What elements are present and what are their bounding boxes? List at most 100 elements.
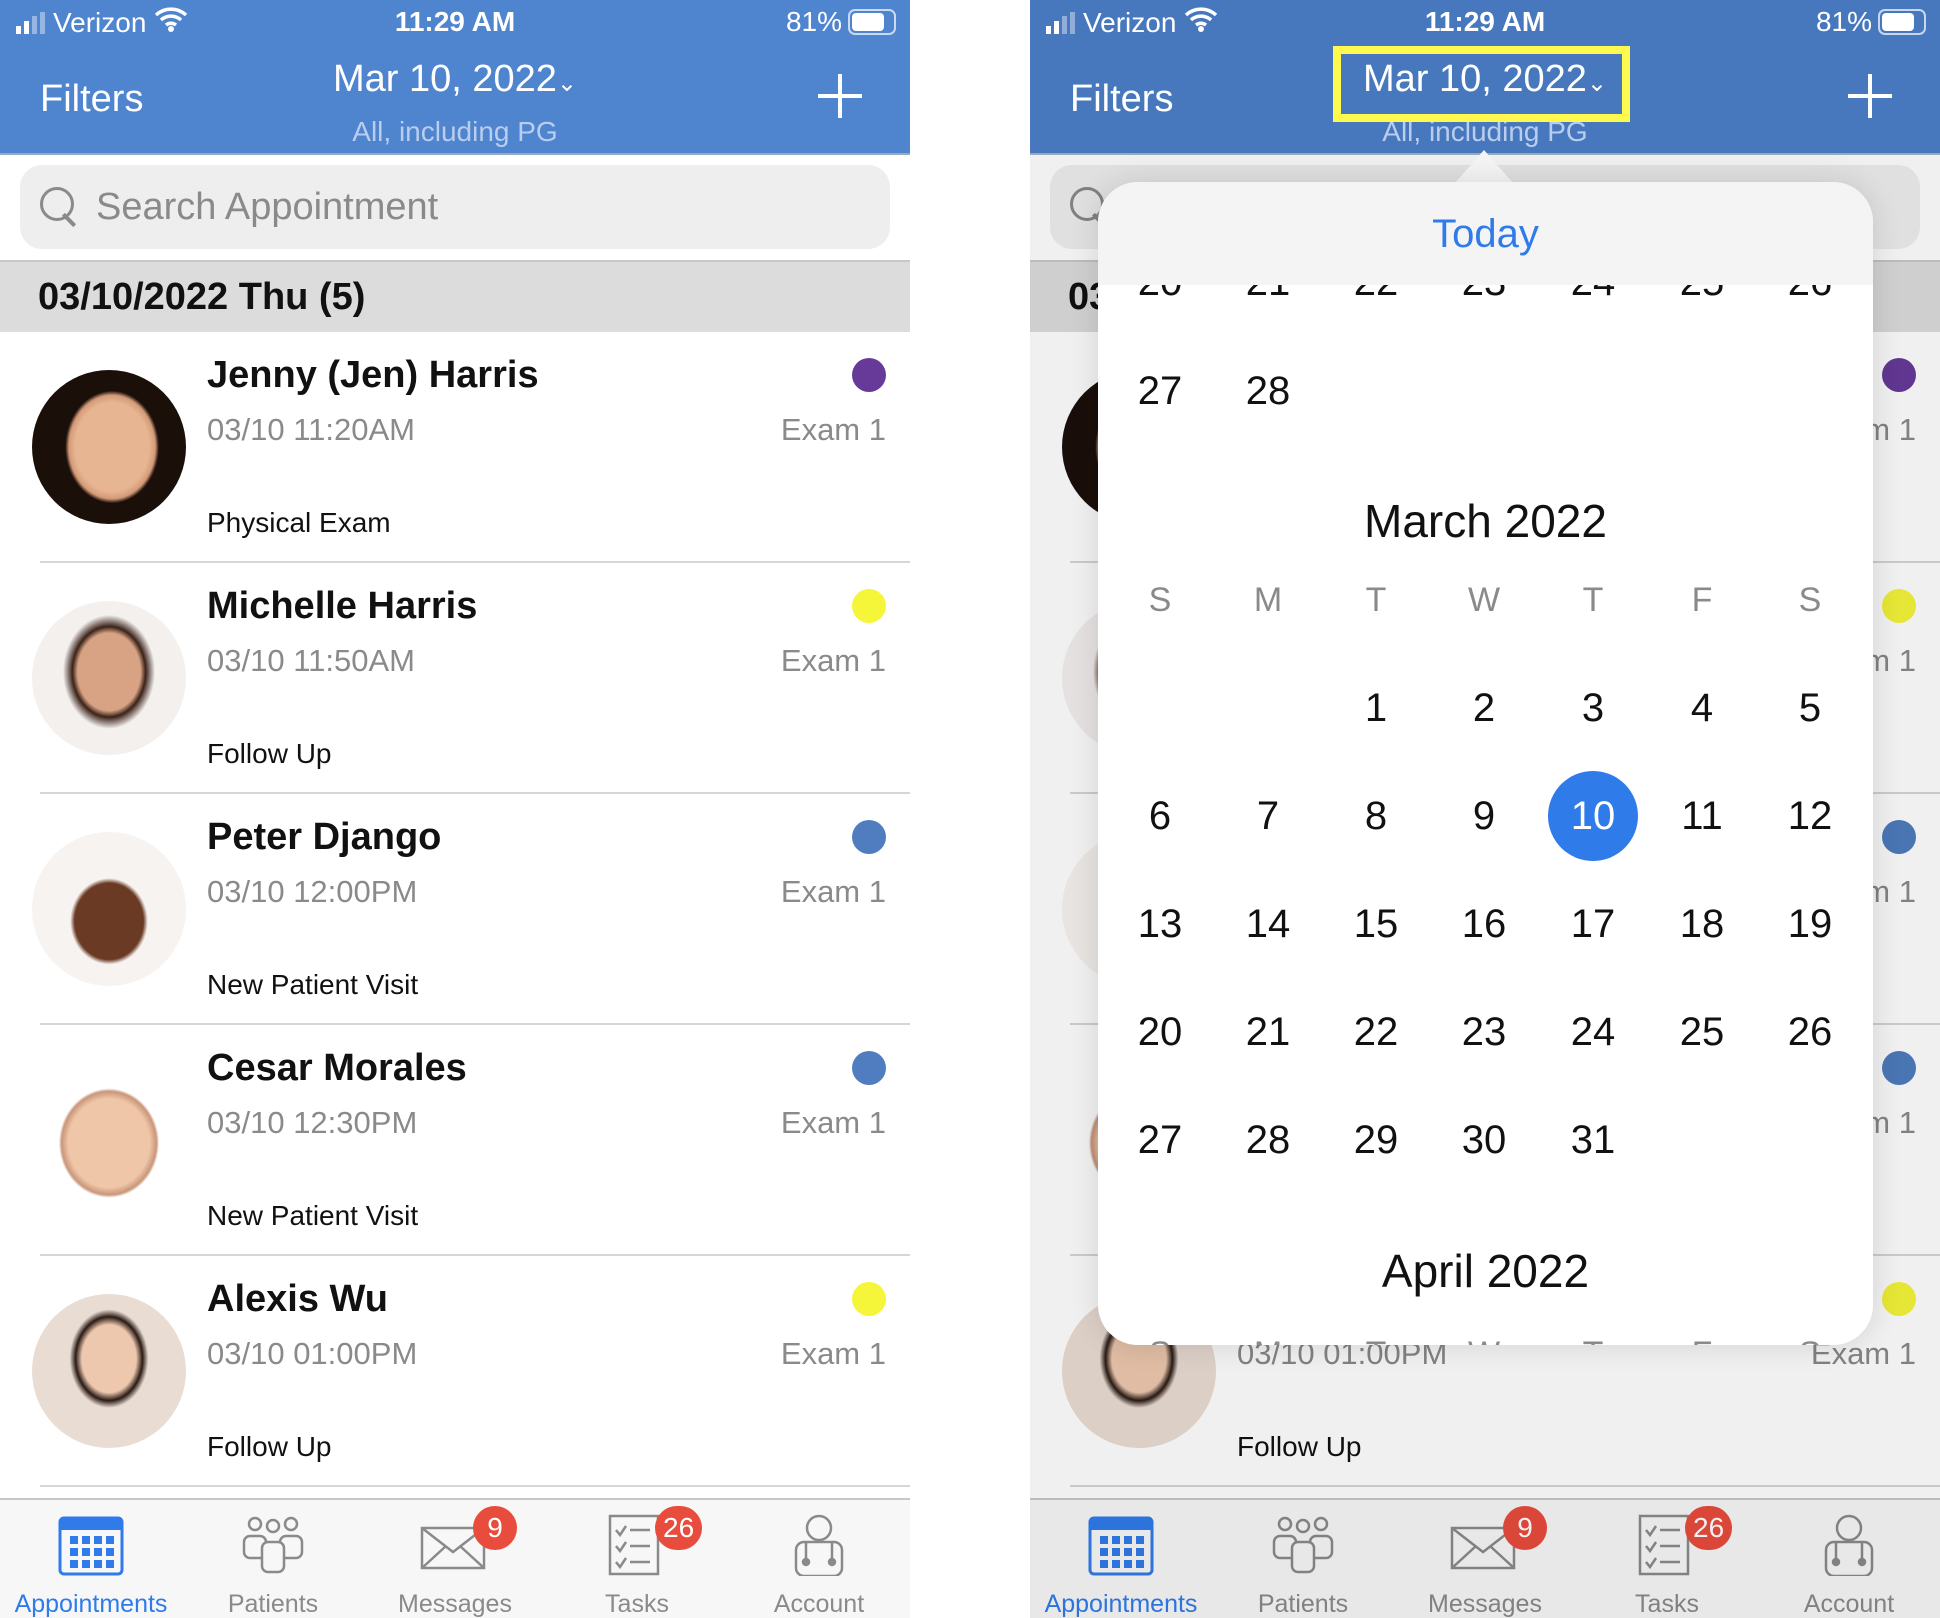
day-cell[interactable]: 28 <box>1218 1110 1318 1170</box>
day-cell[interactable]: 27 <box>1110 1110 1210 1170</box>
tab-messages[interactable]: 9 Messages <box>364 1500 546 1618</box>
patients-icon <box>1268 1514 1338 1576</box>
patient-avatar <box>32 1063 186 1217</box>
day-cell[interactable]: 11 <box>1652 786 1752 846</box>
status-color-dot <box>1882 1051 1916 1085</box>
calendar-icon <box>1086 1514 1156 1576</box>
battery-percent: 81% <box>785 6 842 37</box>
day-cell[interactable]: 21 <box>1218 1002 1318 1062</box>
day-cell[interactable]: 5 <box>1760 678 1860 738</box>
appointment-time: 03/10 12:30PM <box>207 1105 418 1140</box>
day-cell[interactable]: 20 <box>1110 1002 1210 1062</box>
day-cell[interactable]: 28 <box>1218 361 1318 421</box>
tab-account[interactable]: Account <box>728 1500 910 1618</box>
patient-name: Peter Django <box>207 816 442 858</box>
status-bar: Verizon 11:29 AM 81% <box>1030 0 1940 50</box>
month-title-march: March 2022 <box>1364 495 1607 547</box>
tab-patients[interactable]: Patients <box>182 1500 364 1618</box>
status-color-dot <box>852 1051 886 1085</box>
day-cell[interactable]: 8 <box>1326 786 1426 846</box>
tab-messages[interactable]: 9 Messages <box>1394 1500 1576 1618</box>
day-cell[interactable]: 2 <box>1434 678 1534 738</box>
day-cell[interactable]: 4 <box>1652 678 1752 738</box>
day-cell[interactable]: 17 <box>1543 894 1643 954</box>
tab-label: Appointments <box>1044 1590 1198 1618</box>
day-cell[interactable]: 14 <box>1218 894 1318 954</box>
day-cell[interactable]: 15 <box>1326 894 1426 954</box>
day-cell[interactable]: 22 <box>1326 1002 1426 1062</box>
day-cell[interactable]: 31 <box>1543 1110 1643 1170</box>
day-cell[interactable]: 12 <box>1760 786 1860 846</box>
day-cell[interactable]: 13 <box>1110 894 1210 954</box>
day-cell[interactable]: 23 <box>1434 1002 1534 1062</box>
day-cell[interactable]: 18 <box>1652 894 1752 954</box>
status-color-dot <box>1882 1282 1916 1316</box>
date-section-header: 03/10/2022 Thu (5) <box>0 260 910 332</box>
tab-label: Appointments <box>14 1590 168 1618</box>
tab-account[interactable]: Account <box>1758 1500 1940 1618</box>
day-cell[interactable]: 25 <box>1652 1002 1752 1062</box>
day-cell[interactable]: 27 <box>1110 361 1210 421</box>
appointment-row[interactable]: Alexis Wu 03/10 01:00PM Exam 1 Follow Up <box>0 1256 910 1487</box>
weekday-label: M <box>1253 581 1283 619</box>
nav-bar: Verizon 11:29 AM 81% Filters Mar 10, 2022⌄ Al… <box>0 0 910 155</box>
row-divider <box>40 1485 910 1487</box>
day-cell[interactable]: 26 <box>1760 1002 1860 1062</box>
patient-avatar <box>32 832 186 986</box>
search-bar[interactable]: Search Appointment <box>20 165 890 249</box>
day-cell[interactable]: 24 <box>1543 1002 1643 1062</box>
appointment-row[interactable]: Peter Django 03/10 12:00PM Exam 1 New Patie… <box>0 794 910 1025</box>
patient-name: Alexis Wu <box>207 1278 388 1320</box>
appointment-type: Follow Up <box>207 1431 332 1462</box>
tab-tasks[interactable]: 26 Tasks <box>1576 1500 1758 1618</box>
date-selector-button[interactable]: Mar 10, 2022⌄ <box>0 58 910 101</box>
badge-count: 26 <box>655 1506 703 1550</box>
day-cell[interactable]: 16 <box>1434 894 1534 954</box>
badge-count: 9 <box>1503 1506 1547 1550</box>
status-color-dot <box>852 589 886 623</box>
status-color-dot <box>1882 589 1916 623</box>
tab-appointments[interactable]: Appointments <box>0 1500 182 1618</box>
day-cell[interactable]: 3 <box>1543 678 1643 738</box>
tab-appointments[interactable]: Appointments <box>1030 1500 1212 1618</box>
weekday-label: S <box>1148 581 1172 619</box>
day-cell[interactable]: 29 <box>1326 1110 1426 1170</box>
day-cell-selected[interactable]: 10 <box>1543 786 1643 846</box>
appointment-row[interactable]: Michelle Harris 03/10 11:50AM Exam 1 Follow… <box>0 563 910 794</box>
plus-icon[interactable] <box>818 74 862 118</box>
date-picker-popover: Today202122232425262728March 2022SMTWTFS… <box>1098 182 1873 1345</box>
patient-name: Jenny (Jen) Harris <box>207 354 539 396</box>
day-cell[interactable]: 9 <box>1434 786 1534 846</box>
day-cell[interactable]: 6 <box>1110 786 1210 846</box>
tab-label: Account <box>773 1590 865 1618</box>
row-divider <box>1070 1485 1940 1487</box>
search-icon <box>40 187 80 227</box>
search-input[interactable] <box>96 182 856 232</box>
day-cell[interactable]: 19 <box>1760 894 1860 954</box>
appointment-row[interactable]: Jenny (Jen) Harris 03/10 11:20AM Exam 1 Phy… <box>0 332 910 563</box>
today-button[interactable]: Today <box>1098 182 1873 285</box>
day-cell[interactable]: 7 <box>1218 786 1318 846</box>
tab-label: Patients <box>1257 1590 1349 1618</box>
exam-room: Exam 1 <box>780 1105 886 1140</box>
tab-patients[interactable]: Patients <box>1212 1500 1394 1618</box>
patient-avatar <box>32 370 186 524</box>
day-cell[interactable]: 30 <box>1434 1110 1534 1170</box>
search-field[interactable]: Search Appointment <box>96 182 856 232</box>
tab-label: Messages <box>1428 1590 1542 1618</box>
exam-room: Exam 1 <box>780 874 886 909</box>
patients-icon <box>238 1514 308 1576</box>
appointment-type: New Patient Visit <box>207 969 419 1000</box>
battery-status: 81% <box>786 6 896 38</box>
tab-tasks[interactable]: 26 Tasks <box>546 1500 728 1618</box>
appointment-row[interactable]: Cesar Morales 03/10 12:30PM Exam 1 New Pati… <box>0 1025 910 1256</box>
battery-status: 81% <box>1816 6 1926 38</box>
highlight-box <box>1333 46 1630 122</box>
exam-room: Exam 1 <box>780 412 886 447</box>
plus-icon[interactable] <box>1848 74 1892 118</box>
day-cell[interactable]: 1 <box>1326 678 1426 738</box>
chevron-down-icon: ⌄ <box>556 70 578 97</box>
appointment-type: New Patient Visit <box>207 1200 419 1231</box>
month-title-april: April 2022 <box>1381 1245 1590 1297</box>
weekday-label: T <box>1365 581 1387 619</box>
